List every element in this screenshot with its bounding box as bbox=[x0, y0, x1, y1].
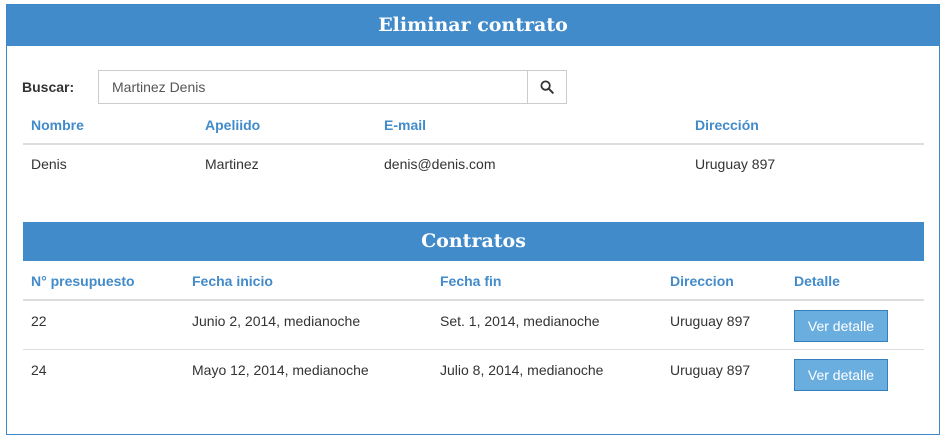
contract-end: Set. 1, 2014, medianoche bbox=[440, 313, 600, 329]
contract-start: Mayo 12, 2014, medianoche bbox=[184, 348, 432, 398]
column-header: N° presupuesto bbox=[23, 262, 184, 301]
client-name: Denis bbox=[31, 155, 67, 172]
table-row: 22 Junio 2, 2014, medianoche Set. 1, 201… bbox=[23, 300, 924, 349]
search-button[interactable] bbox=[527, 70, 567, 104]
contract-address: Uruguay 897 bbox=[662, 348, 786, 398]
view-detail-button[interactable]: Ver detalle bbox=[794, 358, 888, 391]
client-address: Uruguay 897 bbox=[695, 155, 776, 172]
column-header: E-mail bbox=[376, 106, 687, 145]
contracts-title: Contratos bbox=[23, 222, 924, 261]
column-header: Nombre bbox=[23, 106, 197, 145]
contract-detail-cell: Ver detalle bbox=[786, 348, 924, 398]
column-header: Fecha fin bbox=[432, 262, 662, 301]
search-bar: Buscar: Martinez Denis bbox=[22, 70, 582, 104]
contract-number: 24 bbox=[23, 348, 184, 398]
client-email: denis@denis.com bbox=[384, 155, 496, 172]
column-header: Fecha inicio bbox=[184, 262, 432, 301]
client-table: Nombre Apeliido E-mail Dirección Denis M… bbox=[23, 106, 924, 182]
contracts-table: N° presupuesto Fecha inicio Fecha fin Di… bbox=[23, 262, 924, 398]
page-title: Eliminar contrato bbox=[7, 5, 939, 46]
table-row: Denis Martinez denis@denis.com Uruguay 8… bbox=[23, 144, 924, 182]
main-panel: Eliminar contrato Buscar: Martinez Denis… bbox=[6, 4, 940, 435]
column-header: Direccion bbox=[662, 262, 786, 301]
search-label: Buscar: bbox=[22, 79, 75, 95]
contract-address: Uruguay 897 bbox=[670, 313, 751, 329]
contract-number: 22 bbox=[31, 313, 47, 329]
table-header-row: Nombre Apeliido E-mail Dirección bbox=[23, 106, 924, 145]
client-lastname: Martinez bbox=[205, 155, 259, 172]
contract-detail-cell: Ver detalle bbox=[786, 300, 924, 349]
view-detail-button[interactable]: Ver detalle bbox=[794, 310, 888, 342]
search-input[interactable]: Martinez Denis bbox=[98, 70, 527, 104]
contract-end: Julio 8, 2014, medianoche bbox=[432, 348, 662, 398]
column-header: Dirección bbox=[687, 106, 924, 145]
search-icon bbox=[540, 80, 554, 94]
column-header: Detalle bbox=[786, 262, 924, 301]
table-header-row: N° presupuesto Fecha inicio Fecha fin Di… bbox=[23, 262, 924, 301]
table-row: 24 Mayo 12, 2014, medianoche Julio 8, 20… bbox=[23, 348, 924, 398]
column-header: Apeliido bbox=[197, 106, 376, 145]
contract-start: Junio 2, 2014, medianoche bbox=[192, 313, 361, 329]
